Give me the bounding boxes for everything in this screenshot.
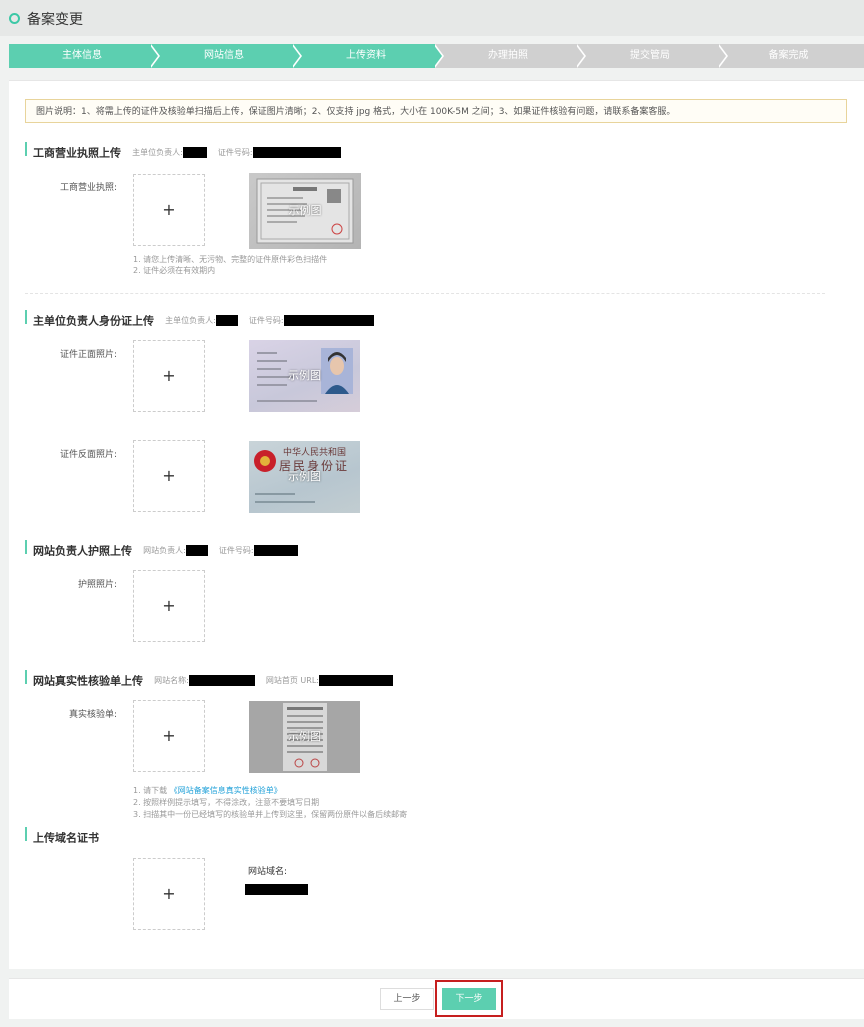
step-label: 提交管局 [630, 50, 670, 61]
passport-upload-box[interactable]: + [133, 570, 205, 642]
section-idcard-header: 主单位负责人身份证上传 主单位负责人: 证件号码: [25, 310, 374, 328]
step-label: 上传资料 [346, 50, 386, 61]
section-passport-header: 网站负责人护照上传 网站负责人: 证件号码: [25, 540, 298, 558]
next-step-button[interactable]: 下一步 [442, 988, 496, 1010]
section-business-license-header: 工商营业执照上传 主单位负责人: 证件号码: [25, 142, 341, 160]
step-1: 主体信息 [9, 44, 161, 68]
sample-caption: 示例图 [288, 204, 322, 217]
hint-prefix: 1. 请下载 [133, 786, 168, 795]
idcard-front-upload-box[interactable]: + [133, 340, 205, 412]
owner-key: 网站负责人: [143, 546, 186, 555]
site-name-key: 网站名称: [154, 676, 189, 685]
field-label: 护照照片: [77, 580, 117, 590]
hint-line: 2. 按照样例提示填写，不得涂改，注意不要填写日期 [133, 798, 320, 807]
hint-line: 3. 扫描其中一份已经填写的核验单并上传到这里，保留两份原件以备后续邮寄 [133, 810, 408, 819]
verification-sample-image: 示例图 [249, 701, 360, 773]
sample-caption: 示例图 [288, 470, 321, 483]
redacted-site-url [319, 675, 393, 686]
step-5: 提交管局 [577, 44, 729, 68]
cert-key: 证件号码: [217, 148, 253, 157]
section-title: 网站真实性核验单上传 [33, 674, 143, 688]
domain-key: 网站域名: [248, 867, 288, 877]
upload-form-panel: 图片说明：1、将需上传的证件及核验单扫描后上传，保证图片清晰；2、仅支持 jpg… [9, 80, 864, 969]
prev-step-button[interactable]: 上一步 [380, 988, 434, 1010]
cert-key: 证件号码: [248, 316, 284, 325]
step-4: 办理拍照 [435, 44, 587, 68]
section-verification-header: 网站真实性核验单上传 网站名称: 网站首页 URL: [25, 670, 393, 688]
idcard-front-sample-image: 示例图 [249, 340, 360, 412]
section-domain-header: 上传域名证书 [25, 827, 99, 845]
page-title: 备案变更 [27, 12, 83, 28]
download-verification-form-link[interactable]: 《网站备案信息真实性核验单》 [170, 786, 282, 795]
step-label: 主体信息 [62, 50, 102, 61]
step-3: 上传资料 [293, 44, 445, 68]
redacted-owner [185, 545, 208, 556]
site-url-key: 网站首页 URL: [265, 676, 319, 685]
step-label: 备案完成 [768, 50, 809, 61]
step-label: 网站信息 [204, 50, 244, 61]
owner-key: 主单位负责人: [165, 316, 216, 325]
step-6: 备案完成 [719, 44, 864, 68]
redacted-domain [245, 884, 308, 895]
page-header: 备案变更 [0, 0, 864, 36]
redacted-cert-number [283, 315, 374, 326]
sample-caption: 示例图 [288, 730, 321, 743]
owner-key: 主单位负责人: [132, 148, 183, 157]
image-notice: 图片说明：1、将需上传的证件及核验单扫描后上传，保证图片清晰；2、仅支持 jpg… [25, 99, 847, 123]
field-label: 真实核验单: [68, 710, 117, 720]
field-label: 证件正面照片: [59, 350, 117, 360]
section-title: 上传域名证书 [33, 831, 99, 845]
business-license-upload-box[interactable]: + [133, 174, 205, 246]
cert-key: 证件号码: [218, 546, 254, 555]
highlight-box: 下一步 [435, 980, 503, 1017]
step-progress-bar: 主体信息 网站信息 上传资料 办理拍照 提交管局 备案完成 [9, 44, 864, 68]
redacted-site-name [188, 675, 255, 686]
step-label: 办理拍照 [488, 50, 528, 61]
hint-line: 1. 请您上传清晰、无污物、完整的证件原件彩色扫描件 [133, 255, 328, 264]
section-title: 工商营业执照上传 [33, 146, 121, 160]
step-2: 网站信息 [151, 44, 303, 68]
section-title: 主单位负责人身份证上传 [33, 314, 154, 328]
sample-caption: 示例图 [288, 369, 321, 382]
domain-certificate-upload-box[interactable]: + [133, 858, 205, 930]
circle-icon [9, 13, 20, 24]
idcard-back-sample-image: 中华人民共和国 居民身份证 示例图 [249, 441, 360, 513]
verification-upload-box[interactable]: + [133, 700, 205, 772]
redacted-owner [182, 147, 207, 158]
redacted-cert-number [253, 545, 298, 556]
redacted-owner [215, 315, 238, 326]
hint-line: 2. 证件必须在有效期内 [133, 266, 216, 275]
field-label: 证件反面照片: [59, 450, 117, 460]
redacted-cert-number [252, 147, 341, 158]
field-label: 工商营业执照: [59, 183, 117, 193]
hint-line: 1. 请下载 《网站备案信息真实性核验单》 [133, 785, 282, 796]
idcard-back-upload-box[interactable]: + [133, 440, 205, 512]
section-title: 网站负责人护照上传 [33, 544, 132, 558]
business-license-sample-image: 示例图 [249, 173, 361, 249]
divider [25, 293, 825, 294]
footer-bar: 上一步 下一步 [9, 978, 864, 1019]
